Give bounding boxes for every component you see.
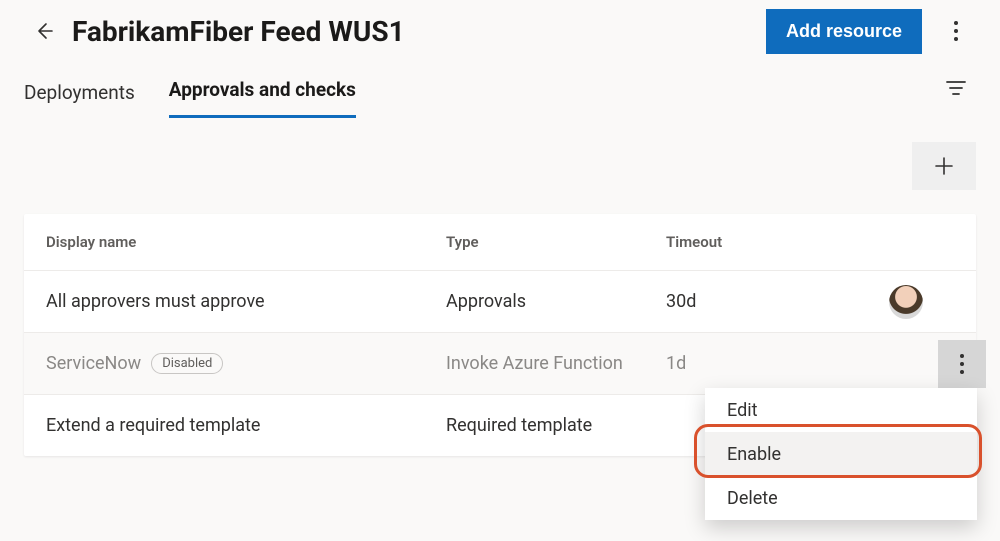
menu-item-enable[interactable]: Enable <box>705 432 977 476</box>
arrow-left-icon <box>34 21 54 41</box>
more-vertical-icon <box>959 353 965 375</box>
row-type: Invoke Azure Function <box>446 353 666 374</box>
tab-deployments[interactable]: Deployments <box>24 81 135 118</box>
row-timeout: 1d <box>666 353 826 374</box>
row-name: All approvers must approve <box>46 291 265 312</box>
row-type: Required template <box>446 415 666 436</box>
col-header-type: Type <box>446 233 666 251</box>
back-button[interactable] <box>24 11 64 51</box>
tab-approvals-and-checks[interactable]: Approvals and checks <box>169 78 356 118</box>
avatar <box>889 285 923 319</box>
row-more-button[interactable] <box>938 340 986 388</box>
disabled-badge: Disabled <box>151 353 223 374</box>
more-vertical-icon <box>953 20 959 42</box>
table-row[interactable]: All approvers must approve Approvals 30d <box>24 270 976 332</box>
menu-item-edit[interactable]: Edit <box>705 388 977 432</box>
row-name: Extend a required template <box>46 415 260 436</box>
filter-button[interactable] <box>936 68 976 108</box>
col-header-name: Display name <box>46 233 446 251</box>
table-row[interactable]: ServiceNow Disabled Invoke Azure Functio… <box>24 332 976 394</box>
menu-item-delete[interactable]: Delete <box>705 476 977 520</box>
add-resource-button[interactable]: Add resource <box>766 9 922 54</box>
header-more-button[interactable] <box>936 11 976 51</box>
page-title: FabrikamFiber Feed WUS1 <box>72 15 766 48</box>
row-name: ServiceNow <box>46 353 141 374</box>
col-header-timeout: Timeout <box>666 233 826 251</box>
row-timeout: 30d <box>666 291 826 312</box>
row-context-menu: Edit Enable Delete <box>705 388 977 520</box>
filter-icon <box>945 79 967 97</box>
row-type: Approvals <box>446 291 666 312</box>
plus-icon <box>934 156 954 176</box>
add-check-button[interactable] <box>912 142 976 190</box>
